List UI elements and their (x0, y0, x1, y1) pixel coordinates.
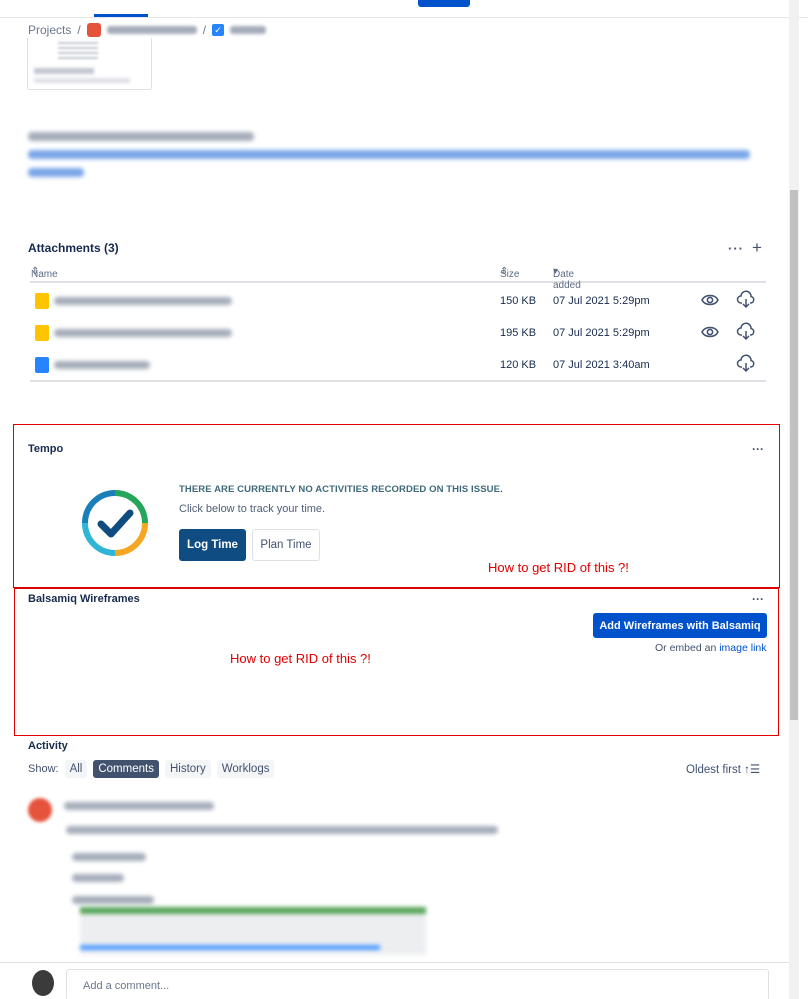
breadcrumb-projects[interactable]: Projects (28, 23, 71, 37)
attachment-date: 07 Jul 2021 3:40am (553, 359, 650, 371)
attachments-title: Attachments (3) (28, 241, 119, 255)
log-time-button[interactable]: Log Time (179, 529, 246, 561)
breadcrumb-issue-key-redacted[interactable] (230, 26, 267, 34)
column-size[interactable]: Size ⇕ (500, 266, 519, 280)
comment-box-divider (0, 962, 789, 963)
comment-text-redacted (66, 826, 498, 834)
scrollbar-thumb[interactable] (790, 190, 798, 720)
attachment-size: 195 KB (500, 327, 537, 339)
attachment-size: 120 KB (500, 359, 537, 371)
sort-oldest-first[interactable]: Oldest first ↑☰ (686, 762, 760, 776)
commenter-avatar[interactable] (28, 798, 52, 822)
comment-author-redacted (64, 802, 214, 810)
attachment-thumbnail-card[interactable] (27, 38, 152, 90)
attachments-bottom-divider (30, 380, 766, 382)
attachments-add-icon[interactable]: + (752, 238, 762, 258)
plan-time-button[interactable]: Plan Time (252, 529, 320, 561)
breadcrumb-separator: / (77, 23, 81, 37)
image-file-icon (35, 325, 49, 341)
column-date-added[interactable]: Date added ▾ (553, 266, 581, 291)
attachment-date: 07 Jul 2021 5:29pm (553, 295, 650, 307)
download-cloud-icon[interactable] (736, 290, 756, 310)
filter-worklogs[interactable]: Worklogs (216, 760, 275, 778)
embed-prefix-text: Or embed an (655, 642, 717, 654)
preview-eye-icon[interactable] (700, 290, 720, 310)
comment-embedded-image-redacted (80, 907, 426, 955)
balsamiq-panel-title: Balsamiq Wireframes (28, 593, 140, 605)
image-file-icon (35, 293, 49, 309)
download-cloud-icon[interactable] (736, 354, 756, 374)
current-user-avatar (32, 970, 54, 996)
project-icon (86, 23, 101, 37)
document-file-icon (35, 357, 49, 373)
thumbnail-image-redacted (58, 42, 98, 62)
tempo-panel-title: Tempo (28, 443, 64, 455)
filter-history[interactable]: History (164, 760, 211, 778)
attachment-date: 07 Jul 2021 5:29pm (553, 327, 650, 339)
issue-description-redacted (28, 132, 758, 186)
attachment-filename-redacted[interactable] (54, 361, 150, 369)
thumbnail-date-redacted (34, 78, 130, 83)
sort-icon: ↑☰ (744, 764, 761, 776)
comment-list-item-redacted (72, 853, 146, 861)
tempo-empty-heading: THERE ARE CURRENTLY NO ACTIVITIES RECORD… (179, 484, 503, 495)
annotation-box-balsamiq (14, 588, 779, 736)
image-link[interactable]: image link (719, 642, 766, 654)
attachment-row[interactable]: 120 KB 07 Jul 2021 3:40am (30, 348, 766, 380)
activity-filter-row: Show: All Comments History Worklogs (28, 760, 275, 778)
add-comment-input[interactable]: Add a comment... (66, 969, 769, 999)
annotation-note-tempo: How to get RID of this ?! (488, 560, 629, 575)
column-name[interactable]: Name ⇕ (31, 266, 58, 280)
tempo-logo-icon (82, 490, 148, 556)
attachment-size: 150 KB (500, 295, 537, 307)
attachment-filename-redacted[interactable] (54, 297, 232, 305)
active-tab-indicator (94, 14, 148, 17)
add-wireframes-button[interactable]: Add Wireframes with Balsamiq (593, 613, 767, 638)
attachments-table-header: Name ⇕ Size ⇕ Date added ▾ (30, 263, 766, 291)
attachment-row[interactable]: 150 KB 07 Jul 2021 5:29pm (30, 284, 766, 316)
attachments-more-icon[interactable]: ··· (728, 241, 744, 256)
tempo-empty-subtitle: Click below to track your time. (179, 503, 326, 515)
breadcrumb: Projects / / ✓ (28, 22, 267, 38)
thumbnail-title-redacted (34, 68, 94, 74)
show-label: Show: (28, 763, 59, 775)
annotation-note-balsamiq: How to get RID of this ?! (230, 651, 371, 666)
filter-comments[interactable]: Comments (93, 760, 159, 778)
filter-all[interactable]: All (64, 760, 88, 778)
attachment-row[interactable]: 195 KB 07 Jul 2021 5:29pm (30, 316, 766, 348)
create-button[interactable] (418, 0, 470, 7)
embed-image-link-row: Or embed an image link (655, 642, 767, 654)
activity-title: Activity (28, 740, 68, 752)
comment-list-item-redacted (72, 874, 124, 882)
attachment-filename-redacted[interactable] (54, 329, 232, 337)
download-cloud-icon[interactable] (736, 322, 756, 342)
issue-type-checkbox-icon: ✓ (212, 24, 225, 36)
breadcrumb-separator: / (202, 23, 207, 37)
comment-list-item-redacted (72, 896, 154, 904)
tempo-more-icon[interactable]: ··· (752, 442, 764, 456)
preview-eye-icon[interactable] (700, 322, 720, 342)
balsamiq-more-icon[interactable]: ··· (752, 592, 764, 606)
top-navigation (0, 0, 808, 18)
breadcrumb-project-name-redacted[interactable] (106, 26, 197, 34)
